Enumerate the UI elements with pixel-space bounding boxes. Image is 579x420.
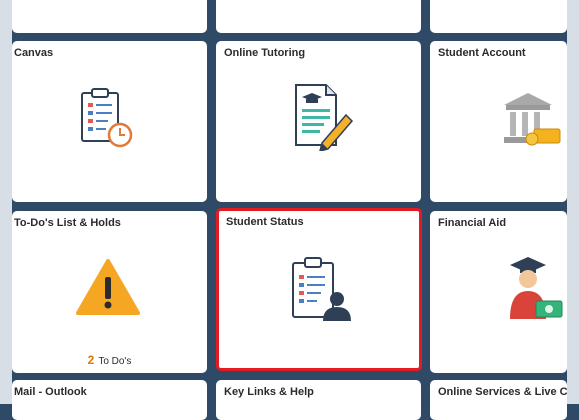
todo-count-label: To Do's (98, 356, 132, 367)
warning-icon (76, 259, 140, 315)
tile-title: Mail - Outlook (14, 386, 87, 398)
document-pencil-icon (295, 84, 354, 151)
tile-title: Financial Aid (438, 217, 507, 229)
tile-todo-holds[interactable]: To-Do's List & Holds 2 To Do's (12, 211, 207, 373)
tile-title: Online Tutoring (224, 47, 306, 59)
bank-money-icon (504, 93, 561, 146)
todo-count-badge: 2 To Do's (12, 353, 207, 367)
tile-key-links-help[interactable]: Key Links & Help (216, 380, 421, 420)
page-left-edge (0, 0, 12, 404)
clipboard-clock-icon (81, 88, 133, 148)
clipboard-person-icon (292, 257, 351, 321)
tile-top-right[interactable] (430, 0, 567, 33)
todo-count: 2 (87, 353, 95, 367)
tile-financial-aid[interactable]: Financial Aid (430, 211, 567, 373)
tile-title: Student Status (226, 216, 304, 228)
tile-title: Student Account (438, 47, 526, 59)
tile-title: Key Links & Help (224, 386, 314, 398)
tile-online-tutoring[interactable]: Online Tutoring (216, 41, 421, 202)
tile-student-account[interactable]: Student Account (430, 41, 567, 202)
graduate-money-icon (510, 257, 563, 319)
tile-online-services[interactable]: Online Services & Live Chat (430, 380, 567, 420)
tile-title: To-Do's List & Holds (14, 217, 121, 229)
tile-top-middle[interactable] (216, 0, 421, 33)
tile-title: Canvas (14, 47, 54, 59)
tile-student-status[interactable]: Student Status (216, 208, 422, 371)
tile-canvas[interactable]: Canvas (12, 41, 207, 202)
tile-top-left[interactable] (12, 0, 207, 33)
tile-mail-outlook[interactable]: Mail - Outlook (12, 380, 207, 420)
page-right-edge (567, 0, 579, 404)
tile-title: Online Services & Live Chat (438, 386, 567, 398)
